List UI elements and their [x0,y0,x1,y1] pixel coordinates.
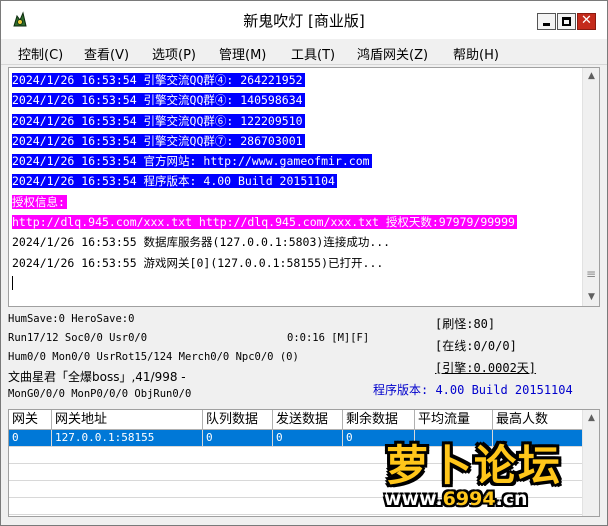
cell-gateway: 0 [9,430,52,447]
log-line: 2024/1/26 16:53:54 程序版本: 4.00 Build 2015… [12,174,337,189]
log-line: 2024/1/26 16:53:54 引擎交流QQ群⑦: 286703001 [12,133,305,148]
log-line: 2024/1/26 16:53:54 官方网站: http://www.game… [12,154,372,169]
status-uptime: 0:0:16 [M][F] [287,332,370,344]
status-engine-link[interactable]: [引擎:0.0002天] [435,359,536,376]
cell-queue: 0 [203,430,273,447]
status-version: 程序版本: 4.00 Build 20151104 [373,383,573,397]
column-header-sent[interactable]: 发送数据 [273,410,343,430]
status-mong: MonG0/0/0 MonP0/0/0 ObjRun0/0 [8,388,192,400]
title-bar[interactable]: 新鬼吹灯 [商业版] [1,1,607,39]
text-caret [12,275,13,290]
column-header-gateway[interactable]: 网关 [9,410,52,430]
scroll-up-arrow-icon[interactable]: ▲ [583,68,600,85]
menu-manage[interactable]: 管理(M) [219,44,266,63]
log-line: 授权信息: [12,194,67,209]
minimize-button[interactable] [537,13,556,30]
status-refresh: [刷怪:80] [435,317,496,331]
log-panel[interactable]: 2024/1/26 16:53:54 引擎交流QQ群④: 264221952 2… [8,67,600,307]
watermark-logo-text: 萝卜论坛 [386,441,563,490]
column-header-avg-traffic[interactable]: 平均流量 [415,410,493,430]
menu-help[interactable]: 帮助(H) [453,44,499,63]
cell-address: 127.0.0.1:58155 [52,430,203,447]
status-run: Run17/12 Soc0/0 Usr0/0 [8,332,148,344]
log-lines[interactable]: 2024/1/26 16:53:54 引擎交流QQ群④: 264221952 2… [12,70,574,304]
status-monsters: Hum0/0 Mon0/0 UsrRot15/124 Merch0/0 Npc0… [8,351,299,363]
menu-view[interactable]: 查看(V) [84,44,129,63]
watermark-url: www.6994.cn [384,488,528,510]
log-line: 2024/1/26 16:53:54 引擎交流QQ群④: 140598634 [12,93,305,108]
status-boss: 文曲星君「全爆boss」,41/998 - [8,370,186,384]
column-header-remaining[interactable]: 剩余数据 [343,410,415,430]
log-line: http://dlq.945.com/xxx.txt http://dlq.94… [12,215,517,230]
column-header-address[interactable]: 网关地址 [52,410,203,430]
log-line: 2024/1/26 16:53:54 引擎交流QQ群⑥: 122209510 [12,113,305,128]
status-online: [在线:0/0/0] [435,339,517,353]
status-save: HumSave:0 HeroSave:0 [8,313,135,325]
log-input-line[interactable] [12,273,574,293]
log-line: 2024/1/26 16:53:54 引擎交流QQ群④: 264221952 [12,73,305,87]
menu-bar: 控制(C) 查看(V) 选项(P) 管理(M) 工具(T) 鸿盾网关(Z) 帮助… [1,39,607,65]
log-line: 2024/1/26 16:53:55 数据库服务器(127.0.0.1:5803… [12,235,391,250]
menu-shield-gateway[interactable]: 鸿盾网关(Z) [357,44,428,63]
scroll-down-arrow-icon[interactable]: ▼ [583,289,600,306]
column-header-queue[interactable]: 队列数据 [203,410,273,430]
close-button[interactable] [577,13,596,30]
table-header: 网关 网关地址 队列数据 发送数据 剩余数据 平均流量 最高人数 [9,410,583,430]
cell-sent: 0 [273,430,343,447]
menu-options[interactable]: 选项(P) [152,44,196,63]
maximize-button[interactable] [557,13,576,30]
menu-control[interactable]: 控制(C) [18,44,63,63]
status-panel: HumSave:0 HeroSave:0 Run17/12 Soc0/0 Usr… [1,309,607,409]
scroll-thumb[interactable] [586,267,596,282]
menu-tools[interactable]: 工具(T) [291,44,335,63]
scroll-up-arrow-icon[interactable]: ▲ [583,410,599,427]
watermark-logo: 萝卜论坛 www.6994.cn [378,432,600,520]
column-header-max-users[interactable]: 最高人数 [493,410,583,430]
window-title: 新鬼吹灯 [商业版] [243,12,365,30]
log-scrollbar[interactable]: ▲ ▼ [582,68,599,306]
log-line: 2024/1/26 16:53:55 游戏网关[0](127.0.0.1:581… [12,255,384,270]
